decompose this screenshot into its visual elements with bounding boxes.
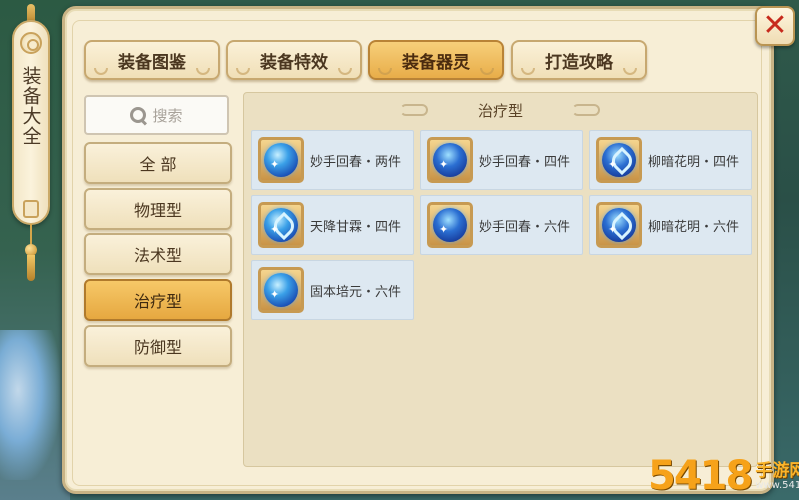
scroll-title: 装备大全 xyxy=(19,66,42,146)
spirit-item[interactable]: 妙手回春・六件 xyxy=(420,195,583,255)
search-icon xyxy=(130,107,147,123)
category-defense[interactable]: 防御型 xyxy=(84,325,232,367)
tab-ornament-icon xyxy=(480,68,494,75)
tab-ornament-icon xyxy=(196,68,210,75)
watermark-name: 手游网 xyxy=(755,461,799,481)
category-label: 全 部 xyxy=(139,155,177,174)
search-input[interactable]: 搜索 xyxy=(84,95,229,135)
search-placeholder: 搜索 xyxy=(152,106,183,125)
spirit-item[interactable]: 妙手回春・两件 xyxy=(251,130,414,190)
tab-equipment-spirits[interactable]: 装备器灵 xyxy=(368,40,504,80)
category-all[interactable]: 全 部 xyxy=(84,142,232,184)
willow-spirit-icon xyxy=(596,202,642,248)
spirit-item-name: 妙手回春・两件 xyxy=(310,154,402,170)
title-scroll: 装备大全 xyxy=(12,20,50,225)
spirit-item-name: 妙手回春・六件 xyxy=(479,219,571,235)
category-physical[interactable]: 物理型 xyxy=(84,188,232,230)
watermark-text: 手游网 www.5418.com xyxy=(755,462,799,492)
vitality-spirit-icon xyxy=(258,267,304,313)
seal-icon xyxy=(23,200,39,218)
close-icon: ✕ xyxy=(762,8,788,43)
watermark-url: www.5418.com xyxy=(755,480,799,491)
scroll-knob-icon xyxy=(20,32,42,54)
tab-ornament-icon xyxy=(94,68,108,75)
tab-crafting-guide[interactable]: 打造攻略 xyxy=(511,40,647,80)
spirit-item[interactable]: 妙手回春・四件 xyxy=(420,130,583,190)
spirit-item[interactable]: 柳暗花明・四件 xyxy=(589,130,752,190)
willow-spirit-icon xyxy=(596,137,642,183)
tab-ornament-icon xyxy=(378,68,392,75)
spirit-item-name: 天降甘霖・四件 xyxy=(310,219,402,235)
tab-ornament-icon xyxy=(338,68,352,75)
title-ornament-icon xyxy=(400,104,428,116)
category-label: 治疗型 xyxy=(133,292,182,311)
healing-spirit-icon xyxy=(258,137,304,183)
close-button[interactable]: ✕ xyxy=(755,6,795,46)
rain-spirit-icon xyxy=(258,202,304,248)
tab-ornament-icon xyxy=(623,68,637,75)
watermark-number: 5418 xyxy=(648,453,753,499)
spirit-item[interactable]: 固本培元・六件 xyxy=(251,260,414,320)
category-label: 防御型 xyxy=(133,338,182,357)
category-label: 物理型 xyxy=(133,201,182,220)
tab-ornament-icon xyxy=(236,68,250,75)
category-healing[interactable]: 治疗型 xyxy=(84,279,232,321)
category-label: 法术型 xyxy=(133,246,182,265)
spirit-item[interactable]: 柳暗花明・六件 xyxy=(589,195,752,255)
category-magic[interactable]: 法术型 xyxy=(84,233,232,275)
tab-label: 打造攻略 xyxy=(545,52,613,73)
section-title: 治疗型 xyxy=(477,101,523,120)
site-watermark: 5418 手游网 www.5418.com xyxy=(648,448,799,499)
tab-ornament-icon xyxy=(521,68,535,75)
spirit-item-name: 妙手回春・四件 xyxy=(479,154,571,170)
spirit-item-name: 固本培元・六件 xyxy=(310,284,402,300)
healing-spirit-icon xyxy=(427,137,473,183)
tab-label: 装备器灵 xyxy=(402,52,470,73)
spirit-item[interactable]: 天降甘霖・四件 xyxy=(251,195,414,255)
spirit-item-name: 柳暗花明・四件 xyxy=(648,154,740,170)
tab-equipment-effects[interactable]: 装备特效 xyxy=(226,40,362,80)
tassel-icon xyxy=(27,255,35,281)
healing-spirit-icon xyxy=(427,202,473,248)
background-wave xyxy=(0,330,60,480)
spirit-item-name: 柳暗花明・六件 xyxy=(648,219,740,235)
title-ornament-icon xyxy=(572,104,600,116)
tab-label: 装备图鉴 xyxy=(118,52,186,73)
tab-equipment-catalog[interactable]: 装备图鉴 xyxy=(84,40,220,80)
tab-label: 装备特效 xyxy=(260,52,328,73)
